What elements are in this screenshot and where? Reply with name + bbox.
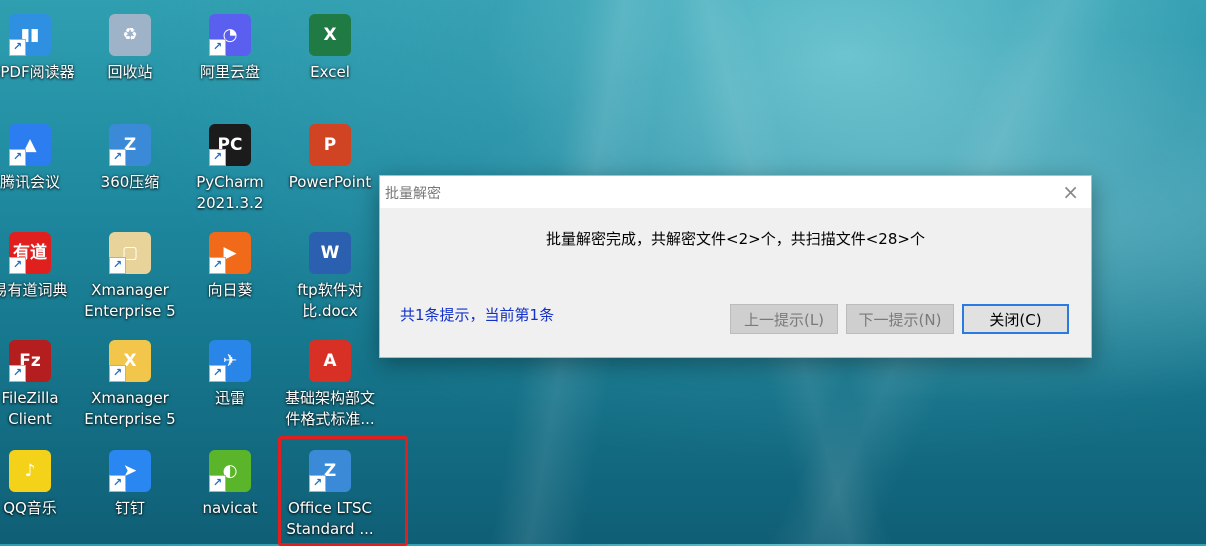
desktop-icon-pdf[interactable]: A 基础架构部文件格式标准... bbox=[280, 340, 380, 430]
desktop-icon-word-doc[interactable]: Wftp软件对比.docx bbox=[280, 232, 380, 322]
desktop-icon-label: QQ音乐 bbox=[3, 499, 57, 517]
desktop-icon-aliyun-drive[interactable]: ◔ ↗ 阿里云盘 bbox=[180, 14, 280, 83]
desktop-icon-label: Xmanager Enterprise 5 bbox=[84, 389, 176, 428]
shortcut-arrow-icon: ↗ bbox=[209, 149, 226, 166]
desktop-icon-label: 360压缩 bbox=[100, 173, 160, 191]
desktop-icon-label: 腾讯会议 bbox=[0, 173, 60, 191]
aliyun-drive-icon: ◔ ↗ bbox=[209, 14, 251, 56]
desktop-icon-label: 钉钉 bbox=[114, 499, 145, 517]
word-doc-icon: W bbox=[309, 232, 351, 274]
shortcut-arrow-icon: ↗ bbox=[9, 365, 26, 382]
desktop-icon-sunflower-remote[interactable]: ▶ ↗ 向日葵 bbox=[180, 232, 280, 301]
desktop-icon-label: 易有道词典 bbox=[0, 281, 68, 299]
shortcut-arrow-icon: ↗ bbox=[9, 39, 26, 56]
shortcut-arrow-icon: ↗ bbox=[109, 475, 126, 492]
xmanager-folder-icon: ▢ ↗ bbox=[109, 232, 151, 274]
xunlei-icon: ✈ ↗ bbox=[209, 340, 251, 382]
desktop-icon-label: 阿里云盘 bbox=[199, 63, 260, 81]
shortcut-arrow-icon: ↗ bbox=[109, 365, 126, 382]
xmanager-icon: X ↗ bbox=[109, 340, 151, 382]
desktop-icon-navicat[interactable]: ◐ ↗ navicat bbox=[180, 450, 280, 519]
navicat-icon: ◐ ↗ bbox=[209, 450, 251, 492]
tencent-meeting-icon: ▲ ↗ bbox=[9, 124, 51, 166]
shortcut-arrow-icon: ↗ bbox=[209, 365, 226, 382]
desktop-icon-label: PyCharm 2021.3.2 bbox=[196, 173, 264, 212]
filezilla-icon: Fz ↗ bbox=[9, 340, 51, 382]
desktop-icon-360-zip[interactable]: Z ↗ 360压缩 bbox=[80, 124, 180, 193]
360-zip-icon: Z ↗ bbox=[109, 124, 151, 166]
desktop-icon-label: 向日葵 bbox=[207, 281, 253, 299]
desktop-icon-recycle-bin[interactable]: ♻ 回收站 bbox=[80, 14, 180, 83]
recycle-bin-icon: ♻ bbox=[109, 14, 151, 56]
shortcut-arrow-icon: ↗ bbox=[109, 149, 126, 166]
youdao-dict-icon: 有道 ↗ bbox=[9, 232, 51, 274]
desktop-icon-powerpoint[interactable]: P PowerPoint bbox=[280, 124, 380, 193]
qq-music-icon: ♪ bbox=[9, 450, 51, 492]
dialog-title: 批量解密 bbox=[385, 186, 441, 202]
shortcut-arrow-icon: ↗ bbox=[9, 257, 26, 274]
dialog-message: 批量解密完成，共解密文件<2>个，共扫描文件<28>个 bbox=[546, 230, 925, 248]
desktop-icon-label: PowerPoint bbox=[288, 173, 372, 191]
desktop-icon-label: ftp软件对比.docx bbox=[297, 281, 363, 320]
dialog-titlebar[interactable]: 批量解密 × bbox=[380, 176, 1091, 208]
desktop-icon-xunlei[interactable]: ✈ ↗ 迅雷 bbox=[180, 340, 280, 409]
shortcut-arrow-icon: ↗ bbox=[209, 39, 226, 56]
desktop-icon-label: 基础架构部文件格式标准... bbox=[284, 389, 375, 428]
excel-icon: X bbox=[309, 14, 351, 56]
desktop-icon-label: 迅雷 bbox=[214, 389, 245, 407]
desktop-icon-label: Xmanager Enterprise 5 bbox=[84, 281, 176, 320]
close-button[interactable]: 关闭(C) bbox=[962, 304, 1069, 334]
selection-highlight bbox=[278, 436, 408, 546]
desktop-icon-filezilla[interactable]: Fz ↗ FileZilla Client bbox=[0, 340, 80, 430]
previous-hint-button[interactable]: 上一提示(L) bbox=[730, 304, 838, 334]
desktop-icon-xmanager[interactable]: X ↗ Xmanager Enterprise 5 bbox=[80, 340, 180, 430]
pycharm-icon: PC ↗ bbox=[209, 124, 251, 166]
desktop-icon-youdao-dict[interactable]: 有道↗ 易有道词典 bbox=[0, 232, 80, 301]
book-reader-icon: ▮▮ ↗ bbox=[9, 14, 51, 56]
desktop-icon-label: Excel bbox=[310, 63, 350, 81]
next-hint-button[interactable]: 下一提示(N) bbox=[846, 304, 954, 334]
desktop-icon-label: 书PDF阅读器 bbox=[0, 63, 75, 81]
desktop-icon-excel[interactable]: X Excel bbox=[280, 14, 380, 83]
desktop-icon-dingtalk[interactable]: ➤ ↗ 钉钉 bbox=[80, 450, 180, 519]
desktop-icon-label: 回收站 bbox=[107, 63, 153, 81]
desktop-icon-pycharm[interactable]: PC ↗ PyCharm 2021.3.2 bbox=[180, 124, 280, 214]
shortcut-arrow-icon: ↗ bbox=[9, 149, 26, 166]
desktop-icon-book-reader[interactable]: ▮▮↗ 书PDF阅读器 bbox=[0, 14, 80, 83]
pdf-icon: A bbox=[309, 340, 351, 382]
desktop-icon-tencent-meeting[interactable]: ▲ ↗ 腾讯会议 bbox=[0, 124, 80, 193]
dingtalk-icon: ➤ ↗ bbox=[109, 450, 151, 492]
sunflower-remote-icon: ▶ ↗ bbox=[209, 232, 251, 274]
shortcut-arrow-icon: ↗ bbox=[209, 257, 226, 274]
desktop-icon-label: FileZilla Client bbox=[1, 389, 59, 428]
hint-counter: 共1条提示，当前第1条 bbox=[400, 306, 555, 324]
powerpoint-icon: P bbox=[309, 124, 351, 166]
shortcut-arrow-icon: ↗ bbox=[209, 475, 226, 492]
batch-decrypt-dialog: 批量解密 × 批量解密完成，共解密文件<2>个，共扫描文件<28>个 共1条提示… bbox=[379, 175, 1092, 358]
shortcut-arrow-icon: ↗ bbox=[109, 257, 126, 274]
desktop-icon-label: navicat bbox=[202, 499, 258, 517]
desktop-icon-xmanager-folder[interactable]: ▢ ↗ Xmanager Enterprise 5 bbox=[80, 232, 180, 322]
close-icon[interactable]: × bbox=[1062, 180, 1079, 204]
desktop-icon-qq-music[interactable]: ♪ QQ音乐 bbox=[0, 450, 80, 519]
